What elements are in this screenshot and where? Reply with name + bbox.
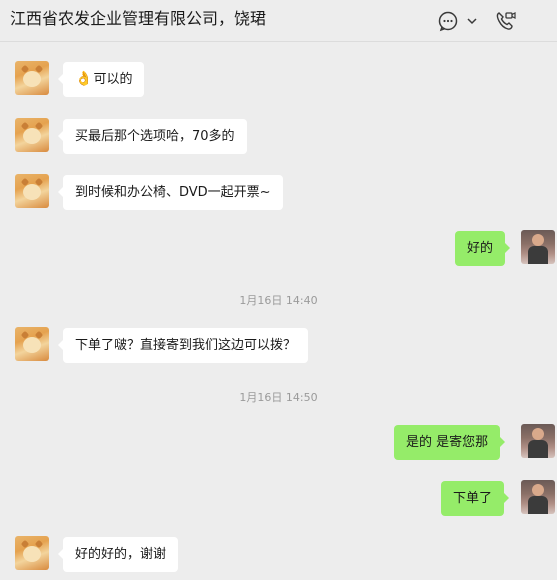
avatar[interactable]	[521, 480, 555, 514]
chat-header: 江西省农发企业管理有限公司，饶珺	[0, 0, 557, 42]
message-bubble[interactable]: 到时候和办公椅、DVD一起开票~	[58, 175, 283, 210]
message-bubble[interactable]: 好的好的，谢谢	[57, 537, 179, 572]
video-call-icon[interactable]	[494, 10, 516, 32]
avatar[interactable]	[15, 118, 49, 152]
timestamp: 1月16日 14:50	[239, 391, 318, 404]
message-text: 好的好的，谢谢	[75, 547, 167, 562]
message-text: 可以的	[93, 72, 133, 87]
message-text: 到时候和办公椅、DVD一起开票~	[75, 185, 271, 200]
message-text: 好的	[467, 241, 494, 256]
message-text: 下单了	[453, 491, 493, 506]
message-bubble[interactable]: 下单了啵？直接寄到我们这边可以拨？	[57, 328, 309, 363]
message-bubble[interactable]: 好的	[455, 231, 511, 266]
ok-hand-emoji-icon: 👌	[75, 71, 93, 87]
avatar[interactable]	[521, 424, 555, 458]
timestamp: 1月16日 14:40	[239, 294, 318, 307]
avatar[interactable]	[15, 174, 49, 208]
message-bubble[interactable]: 👌可以的	[57, 62, 145, 97]
avatar[interactable]	[15, 61, 49, 95]
avatar[interactable]	[521, 230, 555, 264]
message-bubble[interactable]: 买最后那个选项哈，70多的	[58, 119, 247, 154]
message-text: 下单了啵？直接寄到我们这边可以拨？	[75, 338, 297, 353]
avatar[interactable]	[15, 536, 49, 570]
message-bubble[interactable]: 是的 是寄您那	[394, 425, 506, 460]
message-text: 是的 是寄您那	[406, 435, 489, 450]
chat-bubble-icon[interactable]	[437, 10, 459, 32]
message-list[interactable]: 👌可以的 买最后那个选项哈，70多的 到时候和办公椅、DVD一起开票~ 好的 1…	[0, 43, 557, 580]
message-text: 买最后那个选项哈，70多的	[75, 129, 235, 144]
chat-title: 江西省农发企业管理有限公司，饶珺	[10, 9, 267, 28]
message-bubble[interactable]: 下单了	[441, 481, 510, 516]
chevron-down-icon[interactable]	[465, 10, 479, 32]
avatar[interactable]	[15, 327, 49, 361]
